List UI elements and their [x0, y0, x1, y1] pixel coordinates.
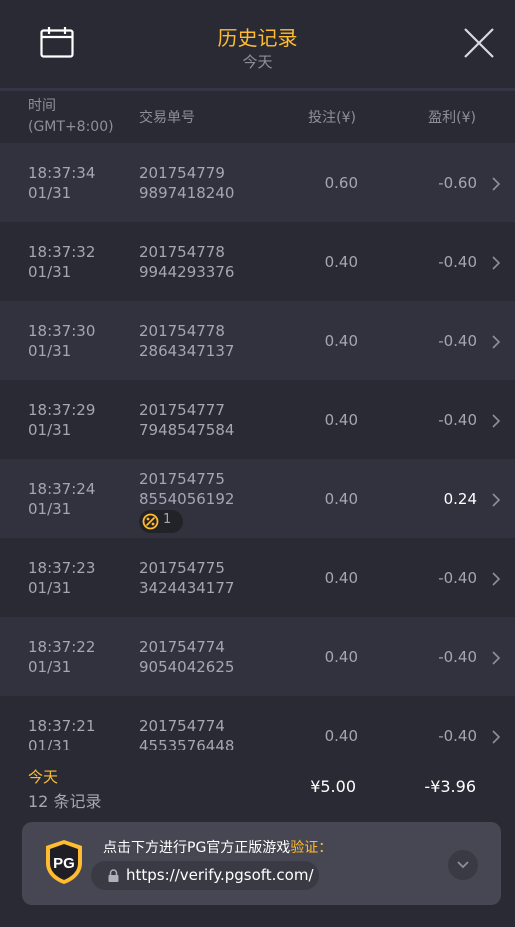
chevron-right-icon — [492, 572, 501, 586]
chevron-right-icon — [492, 256, 501, 270]
close-icon[interactable] — [462, 26, 496, 60]
chevron-right-icon — [492, 177, 501, 191]
row-time: 18:37:32 01/31 — [28, 243, 96, 281]
chevron-right-icon — [492, 493, 501, 507]
table-row[interactable]: 18:37:34 01/31 201754779 9897418240 0.60 -… — [0, 143, 515, 222]
chevron-right-icon — [492, 730, 501, 744]
table-row[interactable]: 18:37:22 01/31 201754774 9054042625 0.40 -… — [0, 617, 515, 696]
row-profit: -0.60 — [438, 174, 477, 192]
row-bet: 0.40 — [324, 569, 358, 587]
free-spin-badge: 1 — [139, 510, 183, 533]
row-bet: 0.40 — [324, 648, 358, 666]
row-order-id: 201754775 3424434177 — [139, 559, 235, 597]
pg-logo: PG — [46, 840, 82, 884]
table-row[interactable]: 18:37:32 01/31 201754778 9944293376 0.40 -… — [0, 222, 515, 301]
row-bet: 0.40 — [324, 253, 358, 271]
verify-banner: PG 点击下方进行PG官方正版游戏验证： https://verify.pgso… — [22, 822, 501, 905]
row-profit: -0.40 — [438, 253, 477, 271]
row-time: 18:37:24 01/31 — [28, 480, 96, 518]
chevron-down-icon — [457, 861, 469, 869]
row-time: 18:37:21 01/31 — [28, 717, 96, 750]
page-subtitle: 今天 — [242, 53, 273, 71]
table-row[interactable]: 18:37:24 01/31 201754775 8554056192 1 0.40… — [0, 459, 515, 538]
expand-button[interactable] — [448, 850, 478, 880]
free-spin-count: 1 — [163, 512, 172, 527]
header: 历史记录 今天 — [0, 0, 515, 91]
column-header-profit: 盈利(¥) — [428, 110, 476, 126]
row-bet: 0.40 — [324, 727, 358, 745]
row-order-id: 201754778 9944293376 — [139, 243, 235, 281]
row-order-id: 201754774 9054042625 — [139, 638, 235, 676]
row-time: 18:37:22 01/31 — [28, 638, 96, 676]
column-header-time-label: 时间 — [28, 98, 56, 114]
column-header-bet: 投注(¥) — [308, 110, 356, 126]
summary-total-profit: -¥3.96 — [424, 777, 476, 796]
verify-url-link[interactable]: https://verify.pgsoft.com/ — [91, 861, 319, 890]
row-profit: -0.40 — [438, 648, 477, 666]
row-bet: 0.40 — [324, 490, 358, 508]
summary-period: 今天 — [28, 768, 59, 786]
row-time: 18:37:23 01/31 — [28, 559, 96, 597]
column-header-timezone: (GMT+8:00) — [28, 119, 114, 135]
row-profit: -0.40 — [438, 332, 477, 350]
column-headers: 时间 (GMT+8:00) 交易单号 投注(¥) 盈利(¥) — [0, 91, 515, 143]
row-bet: 0.40 — [324, 332, 358, 350]
page-title: 历史记录 — [217, 26, 298, 50]
chevron-right-icon — [492, 414, 501, 428]
row-profit: -0.40 — [438, 727, 477, 745]
verify-instruction: 点击下方进行PG官方正版游戏验证： — [103, 840, 333, 856]
svg-text:PG: PG — [53, 855, 75, 872]
table-row[interactable]: 18:37:30 01/31 201754778 2864347137 0.40 -… — [0, 301, 515, 380]
row-time: 18:37:34 01/31 — [28, 164, 96, 202]
row-order-id: 201754777 7948547584 — [139, 401, 235, 439]
column-header-order: 交易单号 — [139, 110, 195, 126]
row-profit: -0.40 — [438, 569, 477, 587]
row-time: 18:37:29 01/31 — [28, 401, 96, 439]
table-row[interactable]: 18:37:29 01/31 201754777 7948547584 0.40 -… — [0, 380, 515, 459]
row-profit: 0.24 — [443, 490, 477, 508]
chevron-right-icon — [492, 335, 501, 349]
row-order-id: 201754779 9897418240 — [139, 164, 235, 202]
row-time: 18:37:30 01/31 — [28, 322, 96, 360]
row-bet: 0.40 — [324, 411, 358, 429]
column-header-time: 时间 (GMT+8:00) — [28, 96, 114, 138]
row-order-id: 201754775 8554056192 — [139, 470, 235, 508]
summary-record-count: 12 条记录 — [28, 792, 102, 811]
chevron-right-icon — [492, 651, 501, 665]
free-spin-icon — [142, 513, 159, 530]
row-profit: -0.40 — [438, 411, 477, 429]
row-order-id: 201754778 2864347137 — [139, 322, 235, 360]
row-order-id: 201754774 4553576448 — [139, 717, 235, 750]
summary-footer: 今天 12 条记录 ¥5.00 -¥3.96 PG 点击下方进行PG官方正版游戏… — [0, 750, 515, 927]
verify-url-text: https://verify.pgsoft.com/ — [126, 866, 314, 884]
table-row[interactable]: 18:37:23 01/31 201754775 3424434177 0.40 -… — [0, 538, 515, 617]
row-bet: 0.60 — [324, 174, 358, 192]
history-list[interactable]: 18:37:34 01/31 201754779 9897418240 0.60 -… — [0, 143, 515, 750]
summary-total-bet: ¥5.00 — [310, 777, 356, 796]
lock-icon — [108, 869, 119, 882]
table-row[interactable]: 18:37:21 01/31 201754774 4553576448 0.40 -… — [0, 696, 515, 750]
